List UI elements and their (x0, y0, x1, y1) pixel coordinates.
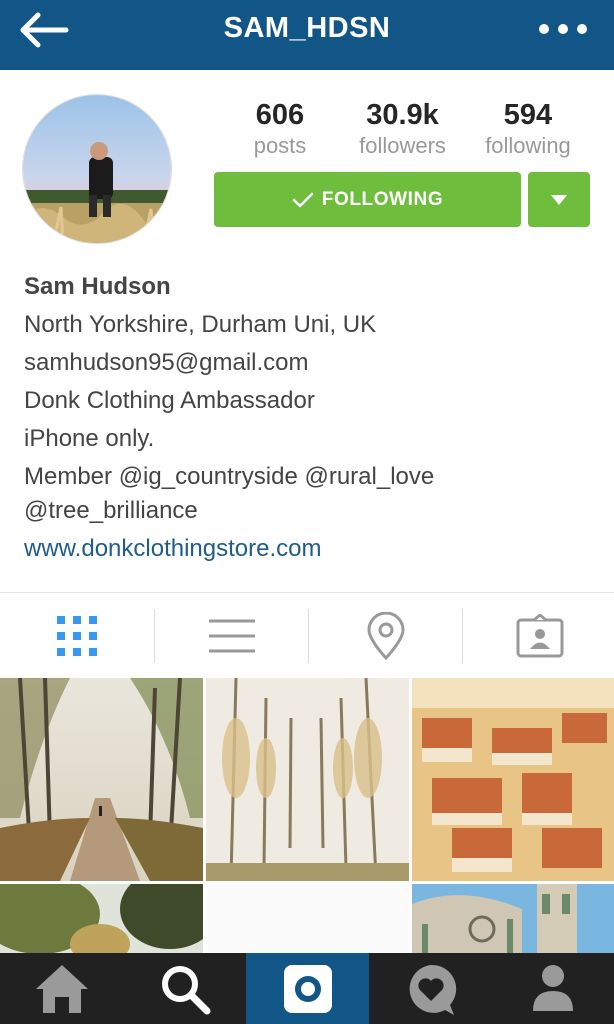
home-icon (35, 965, 88, 1013)
search-icon (161, 966, 210, 1015)
profile-icon (533, 965, 573, 1011)
tab-grid-view[interactable] (0, 593, 154, 679)
photo-thumbnail[interactable] (206, 884, 409, 953)
chevron-down-icon (551, 194, 567, 205)
bio-line-iphone: iPhone only. (24, 425, 155, 452)
activity-heart-icon (409, 964, 456, 1015)
nav-camera[interactable] (246, 953, 369, 1024)
following-count[interactable]: 594 following (472, 98, 584, 160)
grid-icon (57, 616, 97, 656)
profile-bio: Sam Hudson North Yorkshire, Durham Uni, … (24, 268, 604, 568)
photo-thumbnail[interactable] (206, 678, 409, 881)
profile-view-tabs (0, 592, 614, 678)
more-options-button[interactable] (536, 16, 592, 42)
nav-activity[interactable] (369, 953, 492, 1024)
bottom-navigation-bar (0, 953, 614, 1024)
posts-count-label: posts (253, 133, 307, 158)
more-dots-icon (539, 24, 587, 34)
suggested-users-dropdown-button[interactable] (528, 172, 590, 227)
following-button[interactable]: FOLLOWING (214, 172, 521, 227)
location-pin-icon (367, 612, 405, 660)
bio-line-ambassador: Donk Clothing Ambassador (24, 387, 315, 414)
bio-line-member: Member @ig_countryside @rural_love @tree… (24, 463, 435, 524)
followers-count[interactable]: 30.9k followers (345, 98, 460, 160)
followers-count-value: 30.9k (366, 99, 439, 131)
tab-list-view[interactable] (155, 593, 309, 679)
photo-thumbnail[interactable] (412, 678, 614, 881)
profile-full-name: Sam Hudson (24, 273, 171, 300)
nav-profile[interactable] (492, 953, 614, 1024)
top-bar: SAM_HDSN (0, 0, 614, 70)
camera-icon (283, 965, 332, 1013)
profile-username-title: SAM_HDSN (223, 12, 391, 44)
photo-thumbnail[interactable] (0, 884, 203, 953)
following-count-value: 594 (503, 99, 553, 131)
profile-avatar[interactable] (22, 94, 172, 244)
nav-search[interactable] (123, 953, 246, 1024)
bio-website-link[interactable]: www.donkclothingstore.com (24, 530, 604, 568)
tagged-photos-icon (516, 614, 564, 658)
bio-line-location: North Yorkshire, Durham Uni, UK (24, 311, 377, 338)
photo-thumbnail[interactable] (0, 678, 203, 881)
nav-home[interactable] (0, 953, 123, 1024)
tab-tagged-photos[interactable] (463, 593, 614, 679)
checkmark-icon (292, 192, 314, 207)
following-button-label: FOLLOWING (321, 188, 444, 210)
tab-photo-map[interactable] (309, 593, 463, 679)
following-count-label: following (485, 133, 571, 158)
photo-thumbnail[interactable] (412, 884, 614, 953)
list-icon (209, 619, 255, 653)
photo-grid (0, 678, 614, 953)
bio-line-email: samhudson95@gmail.com (24, 349, 309, 376)
posts-count-value: 606 (255, 99, 305, 131)
posts-count[interactable]: 606 posts (235, 98, 325, 160)
followers-count-label: followers (359, 133, 446, 158)
